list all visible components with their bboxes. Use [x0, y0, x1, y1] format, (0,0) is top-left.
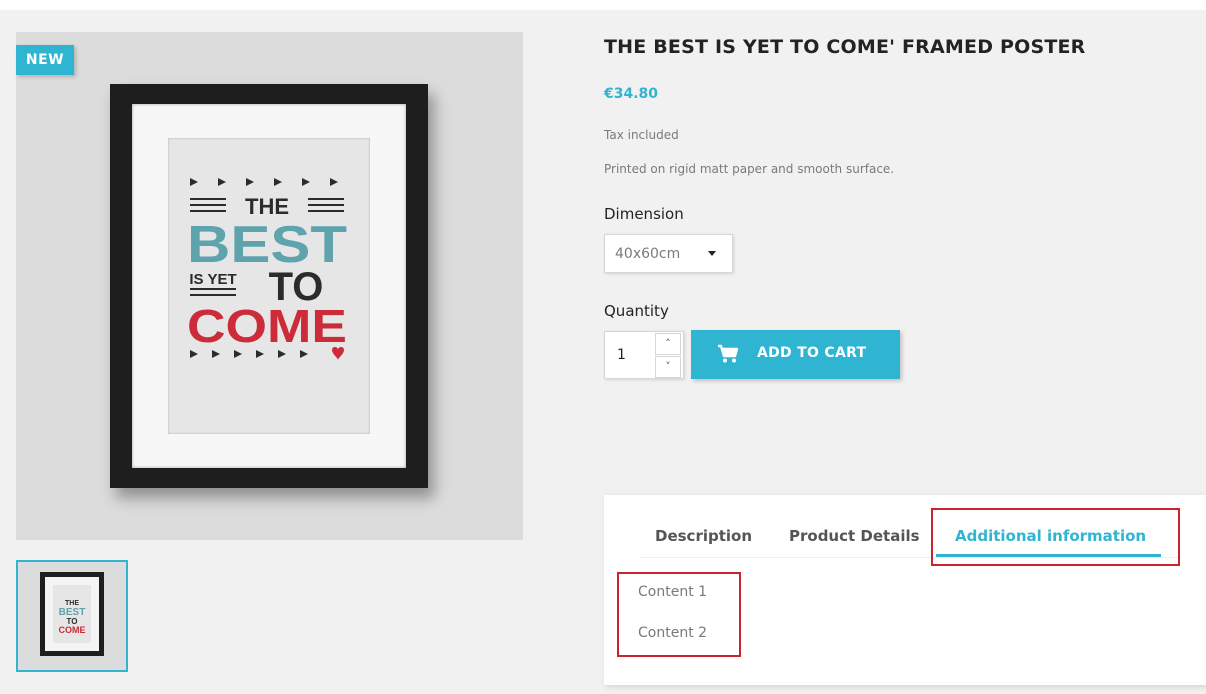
tab-product-details[interactable]: Product Details: [789, 527, 920, 545]
highlight-box-tab: [931, 508, 1180, 566]
thumbnail-matte: THE BEST TO COME: [45, 577, 99, 651]
add-to-cart-label: ADD TO CART: [757, 345, 867, 361]
new-badge: NEW: [16, 45, 74, 75]
caret-down-icon: [708, 251, 716, 256]
poster-line-isyet: IS YET: [189, 271, 236, 288]
quantity-stepper[interactable]: 1 ˄ ˅: [604, 331, 684, 379]
quantity-buttons: ˄ ˅: [655, 332, 683, 378]
product-cover-image[interactable]: THE BEST IS YET TO COME: [16, 32, 523, 540]
cart-icon: [718, 344, 739, 363]
thumbnail-frame: THE BEST TO COME: [40, 572, 104, 656]
chevron-up-icon[interactable]: ˄: [655, 333, 681, 355]
dimension-select[interactable]: 40x60cm: [604, 234, 733, 273]
product-thumbnail[interactable]: THE BEST TO COME: [16, 560, 128, 672]
highlight-box-content: [617, 572, 741, 657]
product-price: €34.80: [604, 86, 659, 102]
dimension-selected-value: 40x60cm: [615, 246, 681, 262]
tab-description[interactable]: Description: [655, 527, 752, 545]
poster-line-come: COME: [187, 300, 347, 352]
chevron-down-icon[interactable]: ˅: [655, 356, 681, 378]
poster-matte: THE BEST IS YET TO COME: [132, 104, 406, 468]
product-title: THE BEST IS YET TO COME' FRAMED POSTER: [604, 36, 1086, 58]
add-to-cart-button[interactable]: ADD TO CART: [691, 330, 900, 379]
tax-note: Tax included: [604, 128, 679, 142]
thumb-line-the: THE: [65, 600, 79, 607]
quantity-label: Quantity: [604, 302, 669, 320]
thumbnail-artwork: THE BEST TO COME: [53, 585, 91, 643]
quantity-input[interactable]: 1: [617, 347, 626, 363]
thumb-line-come: COME: [59, 625, 86, 635]
poster-artwork: THE BEST IS YET TO COME: [187, 178, 347, 360]
poster-print: THE BEST IS YET TO COME: [168, 138, 370, 434]
poster-frame: THE BEST IS YET TO COME: [110, 84, 428, 488]
short-description: Printed on rigid matt paper and smooth s…: [604, 162, 895, 176]
dimension-label: Dimension: [604, 205, 684, 223]
